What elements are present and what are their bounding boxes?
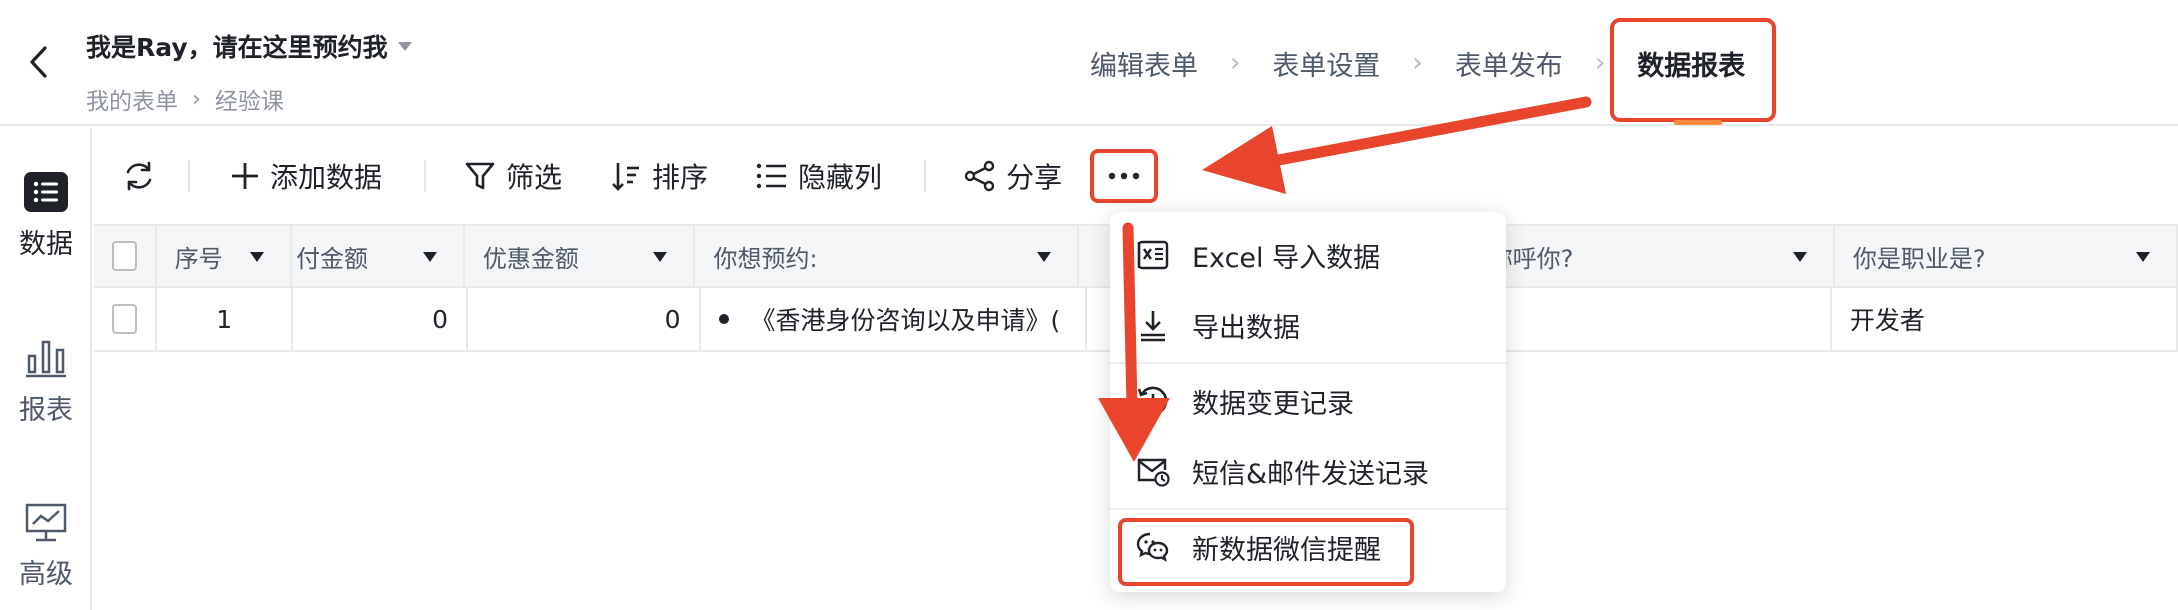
chevron-left-icon xyxy=(30,46,47,78)
row-checkbox[interactable] xyxy=(112,304,138,334)
history-icon xyxy=(1136,384,1170,418)
toolbar-divider xyxy=(924,160,927,192)
tab-edit-form[interactable]: 编辑表单 xyxy=(1090,44,1198,83)
share-icon xyxy=(964,160,995,192)
sidebar-item-data[interactable]: 数据 xyxy=(0,172,92,261)
toolbar: 添加数据 筛选 排序 隐藏列 分享 xyxy=(94,128,2178,224)
menu-item-change-log[interactable]: 数据变更记录 xyxy=(1110,366,1506,436)
filter-button[interactable]: 筛选 xyxy=(464,128,562,224)
menu-item-export[interactable]: 导出数据 xyxy=(1110,290,1506,360)
breadcrumb: 我的表单 › 经验课 xyxy=(86,82,412,116)
breadcrumb-current[interactable]: 经验课 xyxy=(215,82,284,116)
caret-down-icon xyxy=(397,41,412,51)
select-all-checkbox[interactable] xyxy=(112,241,137,271)
sidebar-item-report[interactable]: 报表 xyxy=(0,338,92,427)
share-label: 分享 xyxy=(1006,161,1063,194)
sidebar-item-label: 报表 xyxy=(19,395,73,426)
chevron-right-icon: › xyxy=(192,86,201,112)
sort-button[interactable]: 排序 xyxy=(610,128,708,224)
share-button[interactable]: 分享 xyxy=(964,128,1062,224)
column-header-appointment[interactable]: 你想预约: xyxy=(695,226,1079,286)
chevron-right-icon: › xyxy=(1594,48,1606,78)
annotation-highlight-box xyxy=(1118,518,1414,586)
sidebar-item-label: 高级 xyxy=(19,559,73,590)
add-data-label: 添加数据 xyxy=(270,161,383,194)
caret-down-icon[interactable] xyxy=(653,252,668,262)
menu-item-excel-import[interactable]: Excel 导入数据 xyxy=(1110,220,1506,290)
caret-down-icon[interactable] xyxy=(250,252,265,262)
add-data-button[interactable]: 添加数据 xyxy=(230,128,382,224)
refresh-icon xyxy=(126,161,152,191)
toolbar-divider xyxy=(424,160,427,192)
back-button[interactable] xyxy=(20,44,56,80)
filter-icon xyxy=(465,162,495,190)
mail-clock-icon xyxy=(1136,454,1170,488)
list-lines-icon xyxy=(756,163,787,189)
menu-divider xyxy=(1110,508,1506,510)
row-select-cell xyxy=(94,288,158,350)
sort-label: 排序 xyxy=(652,161,709,194)
refresh-button[interactable] xyxy=(122,128,156,224)
cell-appointment[interactable]: 《香港身份咨询以及申请》( xyxy=(701,288,1088,350)
menu-divider xyxy=(1110,362,1506,364)
menu-item-label: 导出数据 xyxy=(1192,312,1300,344)
bullet-icon xyxy=(718,314,729,324)
bar-chart-icon xyxy=(26,340,66,378)
chevron-right-icon: › xyxy=(1230,48,1241,78)
menu-item-label: 短信&邮件发送记录 xyxy=(1192,458,1430,490)
menu-item-label: 数据变更记录 xyxy=(1192,388,1354,420)
caret-down-icon[interactable] xyxy=(2136,252,2150,262)
breadcrumb-my-forms[interactable]: 我的表单 xyxy=(86,82,178,116)
cell-discount[interactable]: 0 xyxy=(468,288,701,350)
tab-form-settings[interactable]: 表单设置 xyxy=(1272,44,1380,83)
column-header-paid[interactable]: 付金额 xyxy=(292,226,465,286)
presentation-icon xyxy=(25,503,67,542)
tab-form-publish[interactable]: 表单发布 xyxy=(1455,44,1563,83)
sidebar-item-advanced[interactable]: 高级 xyxy=(0,502,92,591)
annotation-highlight-box xyxy=(1610,18,1776,122)
download-icon xyxy=(1136,308,1170,342)
caret-down-icon[interactable] xyxy=(1792,252,1807,262)
left-sidebar: 数据 报表 高级 xyxy=(0,128,92,610)
menu-item-sms-email-log[interactable]: 短信&邮件发送记录 xyxy=(1110,436,1506,506)
select-all-cell xyxy=(94,226,157,286)
hide-columns-label: 隐藏列 xyxy=(798,161,883,194)
top-header: 我是Ray，请在这里预约我 我的表单 › 经验课 编辑表单 › 表单设置 › 表… xyxy=(0,0,2178,126)
hide-columns-button[interactable]: 隐藏列 xyxy=(756,128,882,224)
chevron-right-icon: › xyxy=(1412,48,1423,78)
sort-icon xyxy=(612,163,640,191)
filter-label: 筛选 xyxy=(506,161,563,194)
cell-job[interactable]: 开发者 xyxy=(1832,288,2178,350)
excel-import-icon xyxy=(1136,238,1170,272)
caret-down-icon[interactable] xyxy=(422,252,437,262)
form-title: 我是Ray，请在这里预约我 xyxy=(86,33,388,62)
more-button[interactable] xyxy=(1090,149,1159,203)
form-title-selector[interactable]: 我是Ray，请在这里预约我 xyxy=(86,28,412,64)
more-icon xyxy=(1108,172,1140,180)
sidebar-item-label: 数据 xyxy=(19,229,73,260)
toolbar-divider xyxy=(188,160,190,192)
cell-index[interactable]: 1 xyxy=(157,288,294,350)
column-header-discount[interactable]: 优惠金额 xyxy=(465,226,696,286)
column-header-index[interactable]: 序号 xyxy=(157,226,293,286)
active-tab-indicator xyxy=(1674,120,1722,125)
menu-item-label: Excel 导入数据 xyxy=(1192,242,1381,274)
cell-paid[interactable]: 0 xyxy=(293,288,468,350)
column-header-job[interactable]: 你是职业是? xyxy=(1835,226,2178,286)
caret-down-icon[interactable] xyxy=(1036,252,1051,262)
list-icon xyxy=(24,172,68,212)
plus-icon xyxy=(232,163,258,189)
